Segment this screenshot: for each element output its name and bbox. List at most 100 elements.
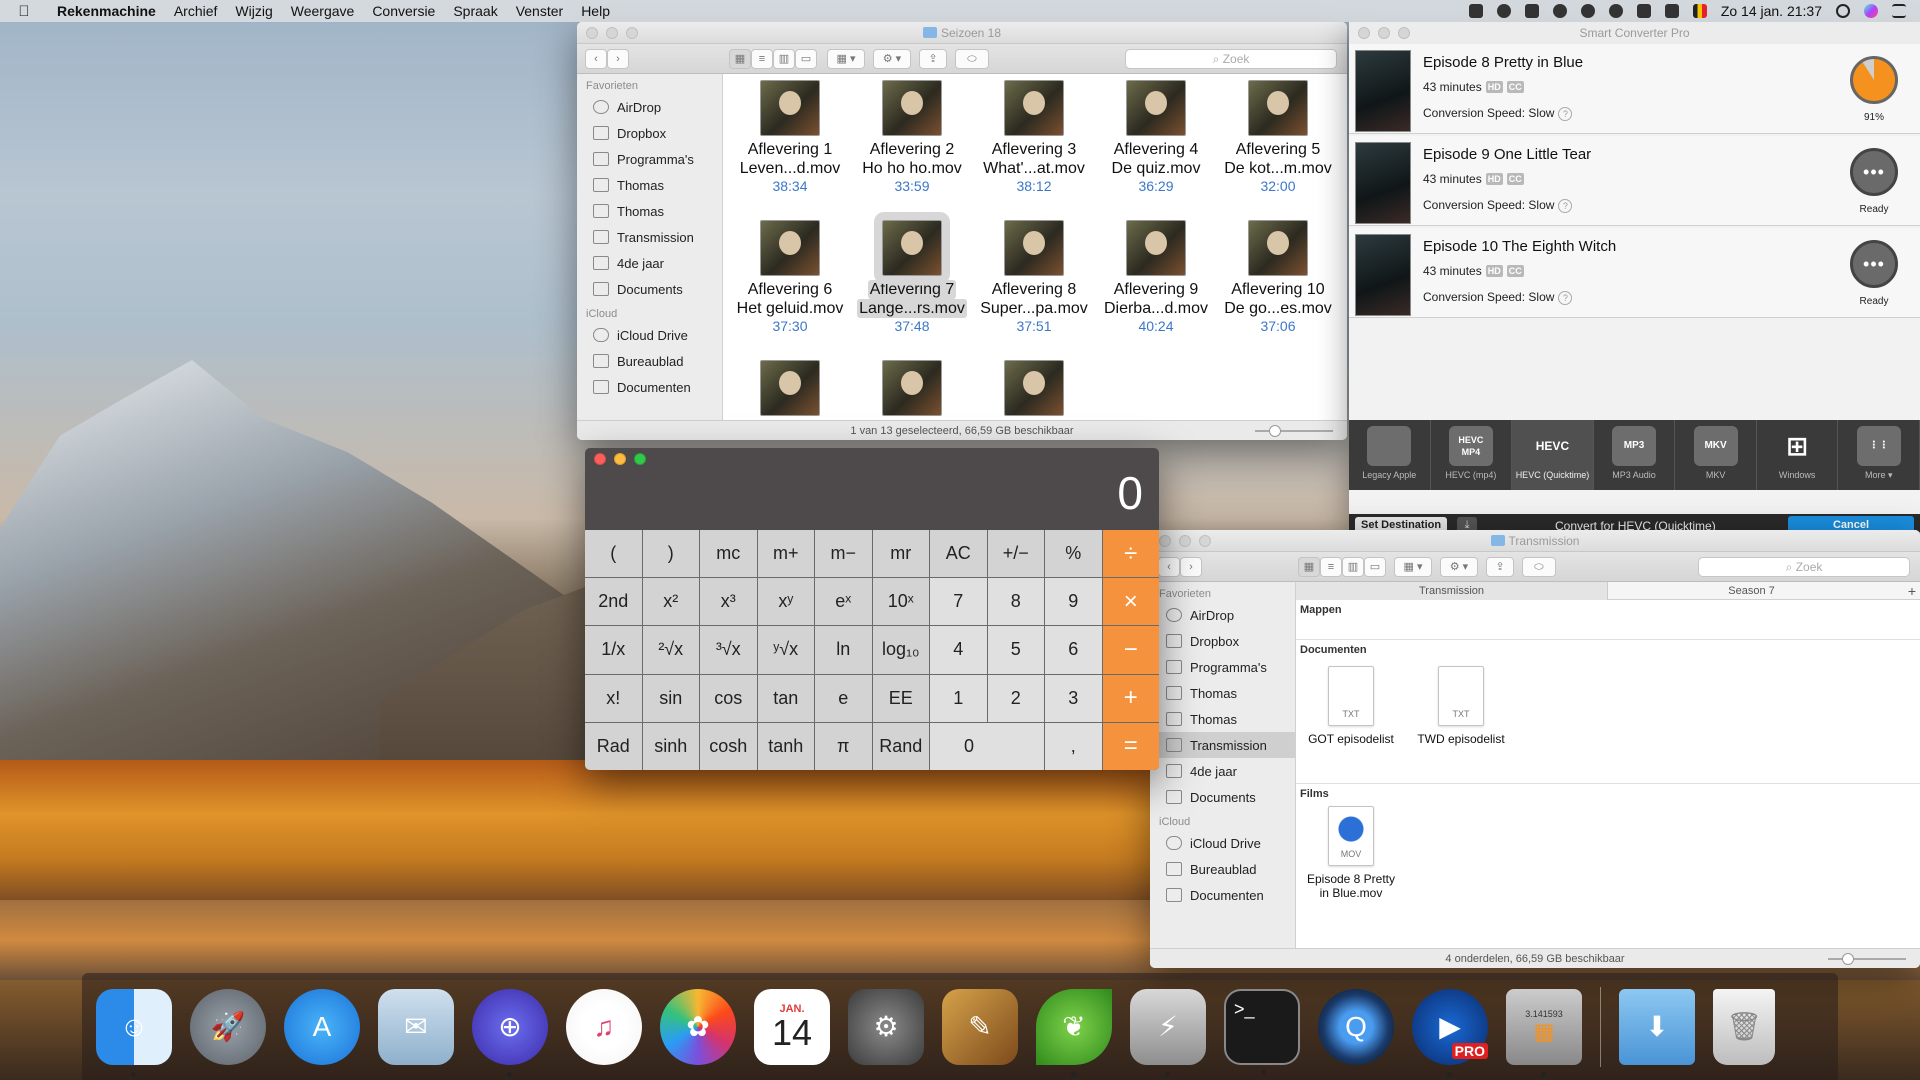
preview-icon[interactable]: ✎ — [942, 988, 1018, 1065]
file-item-selected[interactable]: Aflevering 7 Lange...rs.mov 37:48 — [851, 212, 973, 335]
format-hevc-mp4[interactable]: HEVC MP4 HEVC (mp4) — [1431, 420, 1513, 490]
key-tanh[interactable]: tanh — [757, 722, 814, 770]
sidebar-item-bureaublad[interactable]: Bureaublad — [1150, 856, 1295, 882]
view-list-button[interactable]: ≡ — [751, 49, 773, 69]
zoom-button[interactable] — [634, 453, 646, 465]
group-button[interactable]: ▦ ▾ — [827, 49, 865, 69]
menubar-clock[interactable]: Zo 14 jan. 21:37 — [1721, 3, 1822, 19]
key-rand[interactable]: Rand — [872, 722, 929, 770]
key-close-paren[interactable]: ) — [642, 530, 699, 578]
key-9[interactable]: 9 — [1045, 578, 1102, 626]
sidebar-item-icloud-drive[interactable]: iCloud Drive — [577, 322, 722, 348]
tags-button[interactable]: ⬭ — [1522, 557, 1556, 577]
close-button[interactable] — [594, 453, 606, 465]
tags-button[interactable]: ⬭ — [955, 49, 989, 69]
key-8[interactable]: 8 — [987, 578, 1044, 626]
key-pi[interactable]: π — [815, 722, 872, 770]
key-5[interactable]: 5 — [987, 626, 1044, 674]
quicktime-icon[interactable]: Q — [1318, 988, 1394, 1065]
key-multiply[interactable]: × — [1102, 578, 1159, 626]
sidebar-item-documenten[interactable]: Documenten — [577, 374, 722, 400]
key-cosh[interactable]: cosh — [700, 722, 757, 770]
terminal-icon[interactable]: >_ — [1224, 988, 1300, 1075]
key-0[interactable]: 0 — [930, 722, 1044, 770]
key-mr[interactable]: mr — [872, 530, 929, 578]
file-item[interactable]: Aflevering 9 Dierba...d.mov 40:24 — [1095, 220, 1217, 335]
photos-icon[interactable]: ✿ — [660, 988, 736, 1065]
sidebar-item-4de-jaar[interactable]: 4de jaar — [577, 250, 722, 276]
file-item[interactable]: Aflevering 2 Ho ho ho.mov 33:59 — [851, 80, 973, 195]
format-legacy-apple[interactable]: Legacy Apple — [1349, 420, 1431, 490]
key-equals[interactable]: = — [1102, 722, 1159, 770]
key-ln[interactable]: ln — [815, 626, 872, 674]
tab-season-7[interactable]: Season 7 — [1608, 582, 1895, 600]
view-list-button[interactable]: ≡ — [1320, 557, 1342, 577]
tab-transmission[interactable]: Transmission — [1296, 582, 1608, 600]
icon-size-slider[interactable] — [1255, 425, 1333, 437]
key-sinh[interactable]: sinh — [642, 722, 699, 770]
view-coverflow-button[interactable]: ▭ — [1364, 557, 1386, 577]
menu-weergave[interactable]: Weergave — [282, 3, 364, 19]
trash-icon[interactable]: 🗑 — [1713, 988, 1775, 1065]
episode-row[interactable]: Episode 10 The Eighth Witch 43 minutes HD… — [1349, 228, 1920, 318]
bluetooth-icon[interactable] — [1580, 4, 1595, 18]
itunes-icon[interactable]: ♫ — [566, 988, 642, 1065]
system-preferences-icon[interactable]: ⚙ — [848, 988, 924, 1065]
key-mc[interactable]: mc — [700, 530, 757, 578]
key-2nd[interactable]: 2nd — [585, 578, 642, 626]
minimize-button[interactable] — [606, 27, 618, 39]
safari-icon[interactable]: ⊕ — [472, 988, 548, 1077]
sidebar-item-4de-jaar[interactable]: 4de jaar — [1150, 758, 1295, 784]
key-2[interactable]: 2 — [987, 674, 1044, 722]
key-rad[interactable]: Rad — [585, 722, 642, 770]
key-1[interactable]: 1 — [930, 674, 987, 722]
sidebar-item-airdrop[interactable]: AirDrop — [1150, 602, 1295, 628]
help-icon[interactable]: ? — [1558, 291, 1573, 305]
key-3[interactable]: 3 — [1045, 674, 1102, 722]
key-x-squared[interactable]: x² — [642, 578, 699, 626]
key-x-power-y[interactable]: xʸ — [757, 578, 814, 626]
sidebar-item-dropbox[interactable]: Dropbox — [1150, 628, 1295, 654]
action-gear-icon[interactable]: ⚙ ▾ — [873, 49, 911, 69]
downloads-folder-icon[interactable]: ⬇ — [1619, 988, 1695, 1065]
view-columns-button[interactable]: ▥ — [773, 49, 795, 69]
mail-icon[interactable]: ✉ — [378, 988, 454, 1065]
menu-wijzig[interactable]: Wijzig — [226, 3, 281, 19]
wifi-icon[interactable] — [1608, 4, 1623, 18]
key-sin[interactable]: sin — [642, 674, 699, 722]
finder1-titlebar[interactable]: Seizoen 18 — [577, 22, 1347, 44]
sidebar-item-icloud-drive[interactable]: iCloud Drive — [1150, 830, 1295, 856]
file-item[interactable] — [973, 360, 1095, 420]
share-button[interactable]: ⇪ — [1486, 557, 1514, 577]
sidebar-item-transmission-selected[interactable]: Transmission — [1150, 732, 1295, 758]
finder2-titlebar[interactable]: Transmission — [1150, 530, 1920, 552]
file-item[interactable]: Aflevering 3 What'...at.mov 38:12 — [973, 80, 1095, 195]
transmission-icon[interactable]: ⚡ — [1130, 988, 1206, 1077]
sidebar-item-dropbox[interactable]: Dropbox — [577, 120, 722, 146]
zoom-button[interactable] — [1398, 27, 1410, 39]
new-tab-button[interactable]: + — [1908, 582, 1916, 600]
menu-archief[interactable]: Archief — [165, 3, 227, 19]
format-more[interactable]: ⋮⋮ More ▾ — [1838, 420, 1920, 490]
flag-icon[interactable] — [1692, 4, 1707, 18]
key-m-plus[interactable]: m+ — [757, 530, 814, 578]
finder-icon[interactable]: ☺ — [96, 988, 172, 1077]
finder1-search-input[interactable]: ⌕ Zoek — [1125, 49, 1337, 69]
key-e[interactable]: e — [815, 674, 872, 722]
format-hevc-quicktime[interactable]: HEVC HEVC (Quicktime) — [1512, 420, 1594, 490]
key-7[interactable]: 7 — [930, 578, 987, 626]
file-item[interactable]: MOV Episode 8 Pretty in Blue.mov — [1296, 806, 1406, 900]
key-y-root[interactable]: ʸ√x — [757, 626, 814, 674]
calendar-icon[interactable]: JAN. 14 — [754, 988, 830, 1065]
battery-icon[interactable] — [1664, 4, 1679, 18]
menu-app-name[interactable]: Rekenmachine — [48, 3, 165, 19]
help-icon[interactable]: ? — [1558, 107, 1573, 121]
key-subtract[interactable]: − — [1102, 626, 1159, 674]
sidebar-item-thomas-home[interactable]: Thomas — [1150, 680, 1295, 706]
zoom-button[interactable] — [1199, 535, 1211, 547]
key-percent[interactable]: % — [1045, 530, 1102, 578]
key-sign[interactable]: +/− — [987, 530, 1044, 578]
key-decimal[interactable]: , — [1045, 722, 1102, 770]
file-item[interactable]: Aflevering 8 Super...pa.mov 37:51 — [973, 220, 1095, 335]
key-ac[interactable]: AC — [930, 530, 987, 578]
